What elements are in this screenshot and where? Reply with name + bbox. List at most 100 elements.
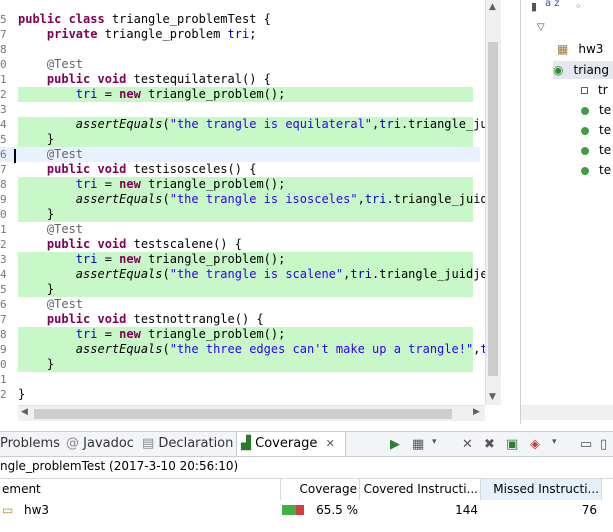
- line-number: 3: [0, 253, 7, 266]
- remove-session-icon[interactable]: ✕: [462, 437, 473, 452]
- outline-item-label: te: [599, 123, 612, 137]
- maximize-icon[interactable]: ▯: [600, 437, 607, 452]
- code-line[interactable]: 2}: [0, 387, 480, 402]
- code-line[interactable]: 1: [0, 372, 480, 387]
- dump-icon[interactable]: ▦: [412, 437, 424, 452]
- code-line[interactable]: 6 @Test: [0, 297, 480, 312]
- code-token: @Test: [46, 57, 84, 71]
- outline-item-method[interactable]: te: [581, 121, 611, 139]
- line-number: 2: [0, 388, 7, 401]
- line-number: 4: [0, 268, 7, 281]
- chevron-down-icon[interactable]: ▾: [552, 437, 557, 447]
- outline-item-package[interactable]: ▦ hw3: [557, 40, 603, 58]
- chevron-down-icon[interactable]: ▽: [537, 22, 545, 33]
- field-icon: [581, 87, 588, 94]
- code-token: triangle_problem: [104, 27, 228, 41]
- code-line[interactable]: 0 }: [0, 357, 480, 372]
- code-token: assertEquals: [75, 267, 163, 281]
- table-row[interactable]: ▭ hw3 65.5 % 144 76: [0, 500, 613, 520]
- tab-declaration[interactable]: ▤ Declaration: [142, 432, 234, 456]
- code-line[interactable]: 9 assertEquals("the trangle is isosceles…: [0, 192, 501, 207]
- scroll-down-icon[interactable]: ▼: [489, 392, 496, 402]
- line-number: 6: [0, 298, 7, 311]
- code-line[interactable]: 0 }: [0, 207, 480, 222]
- code-line[interactable]: 6 @Test: [0, 147, 480, 162]
- method-icon: [581, 166, 589, 175]
- code-text: public class triangle_problemTest {: [18, 12, 271, 27]
- code-line[interactable]: 5 public class triangle_problemTest {: [0, 12, 480, 27]
- outline-item-method[interactable]: te: [581, 141, 611, 159]
- line-number: 7: [0, 163, 7, 176]
- close-icon[interactable]: ✕: [326, 437, 335, 450]
- code-line[interactable]: 4 assertEquals("the trangle is equilater…: [0, 117, 501, 132]
- remove-all-icon[interactable]: ✖: [484, 437, 495, 452]
- editor-hscroll-thumb[interactable]: [34, 409, 452, 419]
- column-header-element[interactable]: ement: [0, 479, 281, 500]
- line-number: 4: [0, 118, 7, 131]
- code-token: tri: [75, 252, 98, 266]
- relaunch-icon[interactable]: ▶: [390, 437, 400, 452]
- tab-javadoc[interactable]: @ Javadoc: [66, 432, 138, 456]
- editor-horizontal-scrollbar[interactable]: ◀ ▶: [18, 405, 485, 421]
- outline-horizontal-scrollbar[interactable]: [521, 405, 613, 420]
- code-line[interactable]: 3: [0, 102, 480, 117]
- outline-item-label: hw3: [578, 42, 604, 56]
- tab-problems[interactable]: Problems: [0, 432, 60, 456]
- javadoc-icon: @: [66, 436, 84, 451]
- code-line[interactable]: 7 public void testisosceles() {: [0, 162, 480, 177]
- code-token: testisosceles() {: [133, 162, 257, 176]
- line-number: 8: [0, 43, 7, 56]
- line-number: 5: [0, 133, 7, 146]
- outline-item-method[interactable]: te: [581, 161, 611, 179]
- code-line[interactable]: 2 public void testscalene() {: [0, 237, 480, 252]
- code-editor[interactable]: 5 public class triangle_problemTest {7 pr…: [0, 0, 501, 424]
- column-header-missed[interactable]: Missed Instructi...: [481, 479, 602, 500]
- code-token: (: [162, 192, 170, 206]
- code-line[interactable]: 1 @Test: [0, 222, 480, 237]
- code-line[interactable]: 5 }: [0, 282, 480, 297]
- code-line[interactable]: 3 tri = new triangle_problem();: [0, 252, 480, 267]
- outline-item-label: tr: [598, 83, 608, 97]
- sort-icon[interactable]: a z: [545, 0, 560, 9]
- merge-icon[interactable]: ▣: [506, 437, 518, 452]
- code-text: @Test: [18, 147, 83, 162]
- collapse-icon[interactable]: ▮: [531, 0, 537, 13]
- editor-vertical-scrollbar[interactable]: ▲ ▼: [485, 0, 501, 405]
- outline-item-method[interactable]: te: [581, 101, 611, 119]
- outline-item-field[interactable]: tr: [581, 81, 608, 99]
- code-line[interactable]: 8: [0, 42, 480, 57]
- editor-vscroll-thumb[interactable]: [488, 42, 498, 376]
- scroll-up-icon[interactable]: ▲: [489, 2, 496, 12]
- outline-item-class[interactable]: ◉ triang: [553, 61, 613, 79]
- chevron-down-icon[interactable]: ▾: [432, 437, 437, 447]
- code-token: new: [119, 87, 149, 101]
- code-token: public void: [46, 312, 134, 326]
- code-line[interactable]: 2 tri = new triangle_problem();: [0, 87, 480, 102]
- code-line[interactable]: 4 assertEquals("the trangle is scalene",…: [0, 267, 501, 282]
- hide-fields-icon[interactable]: ◦: [575, 0, 582, 13]
- scroll-right-icon[interactable]: ▶: [473, 407, 480, 417]
- row-covered: 144: [455, 503, 478, 517]
- code-line[interactable]: 8 tri = new triangle_problem();: [0, 327, 480, 342]
- bottom-tab-bar: Problems @ Javadoc ▤ Declaration ▟ Cover…: [0, 431, 613, 457]
- select-session-icon[interactable]: ◈: [530, 437, 540, 452]
- code-line[interactable]: 0 @Test: [0, 57, 480, 72]
- code-line[interactable]: 5 }: [0, 132, 480, 147]
- minimize-icon[interactable]: ▭: [580, 437, 592, 452]
- column-header-coverage[interactable]: Coverage: [281, 479, 360, 500]
- code-line[interactable]: 8 tri = new triangle_problem();: [0, 177, 480, 192]
- scroll-left-icon[interactable]: ◀: [21, 407, 28, 417]
- code-line[interactable]: 9 assertEquals("the three edges can't ma…: [0, 342, 501, 357]
- tab-coverage[interactable]: ▟ Coverage ✕: [236, 432, 346, 456]
- code-line[interactable]: 7 public void testnottrangle() {: [0, 312, 480, 327]
- outline-item-label: te: [599, 103, 612, 117]
- column-header-covered[interactable]: Covered Instructi...: [360, 479, 481, 500]
- code-line[interactable]: 7 private triangle_problem tri;: [0, 27, 480, 42]
- method-icon: [581, 106, 589, 115]
- code-line[interactable]: 1 public void testequilateral() {: [0, 72, 480, 87]
- code-token: =: [97, 87, 120, 101]
